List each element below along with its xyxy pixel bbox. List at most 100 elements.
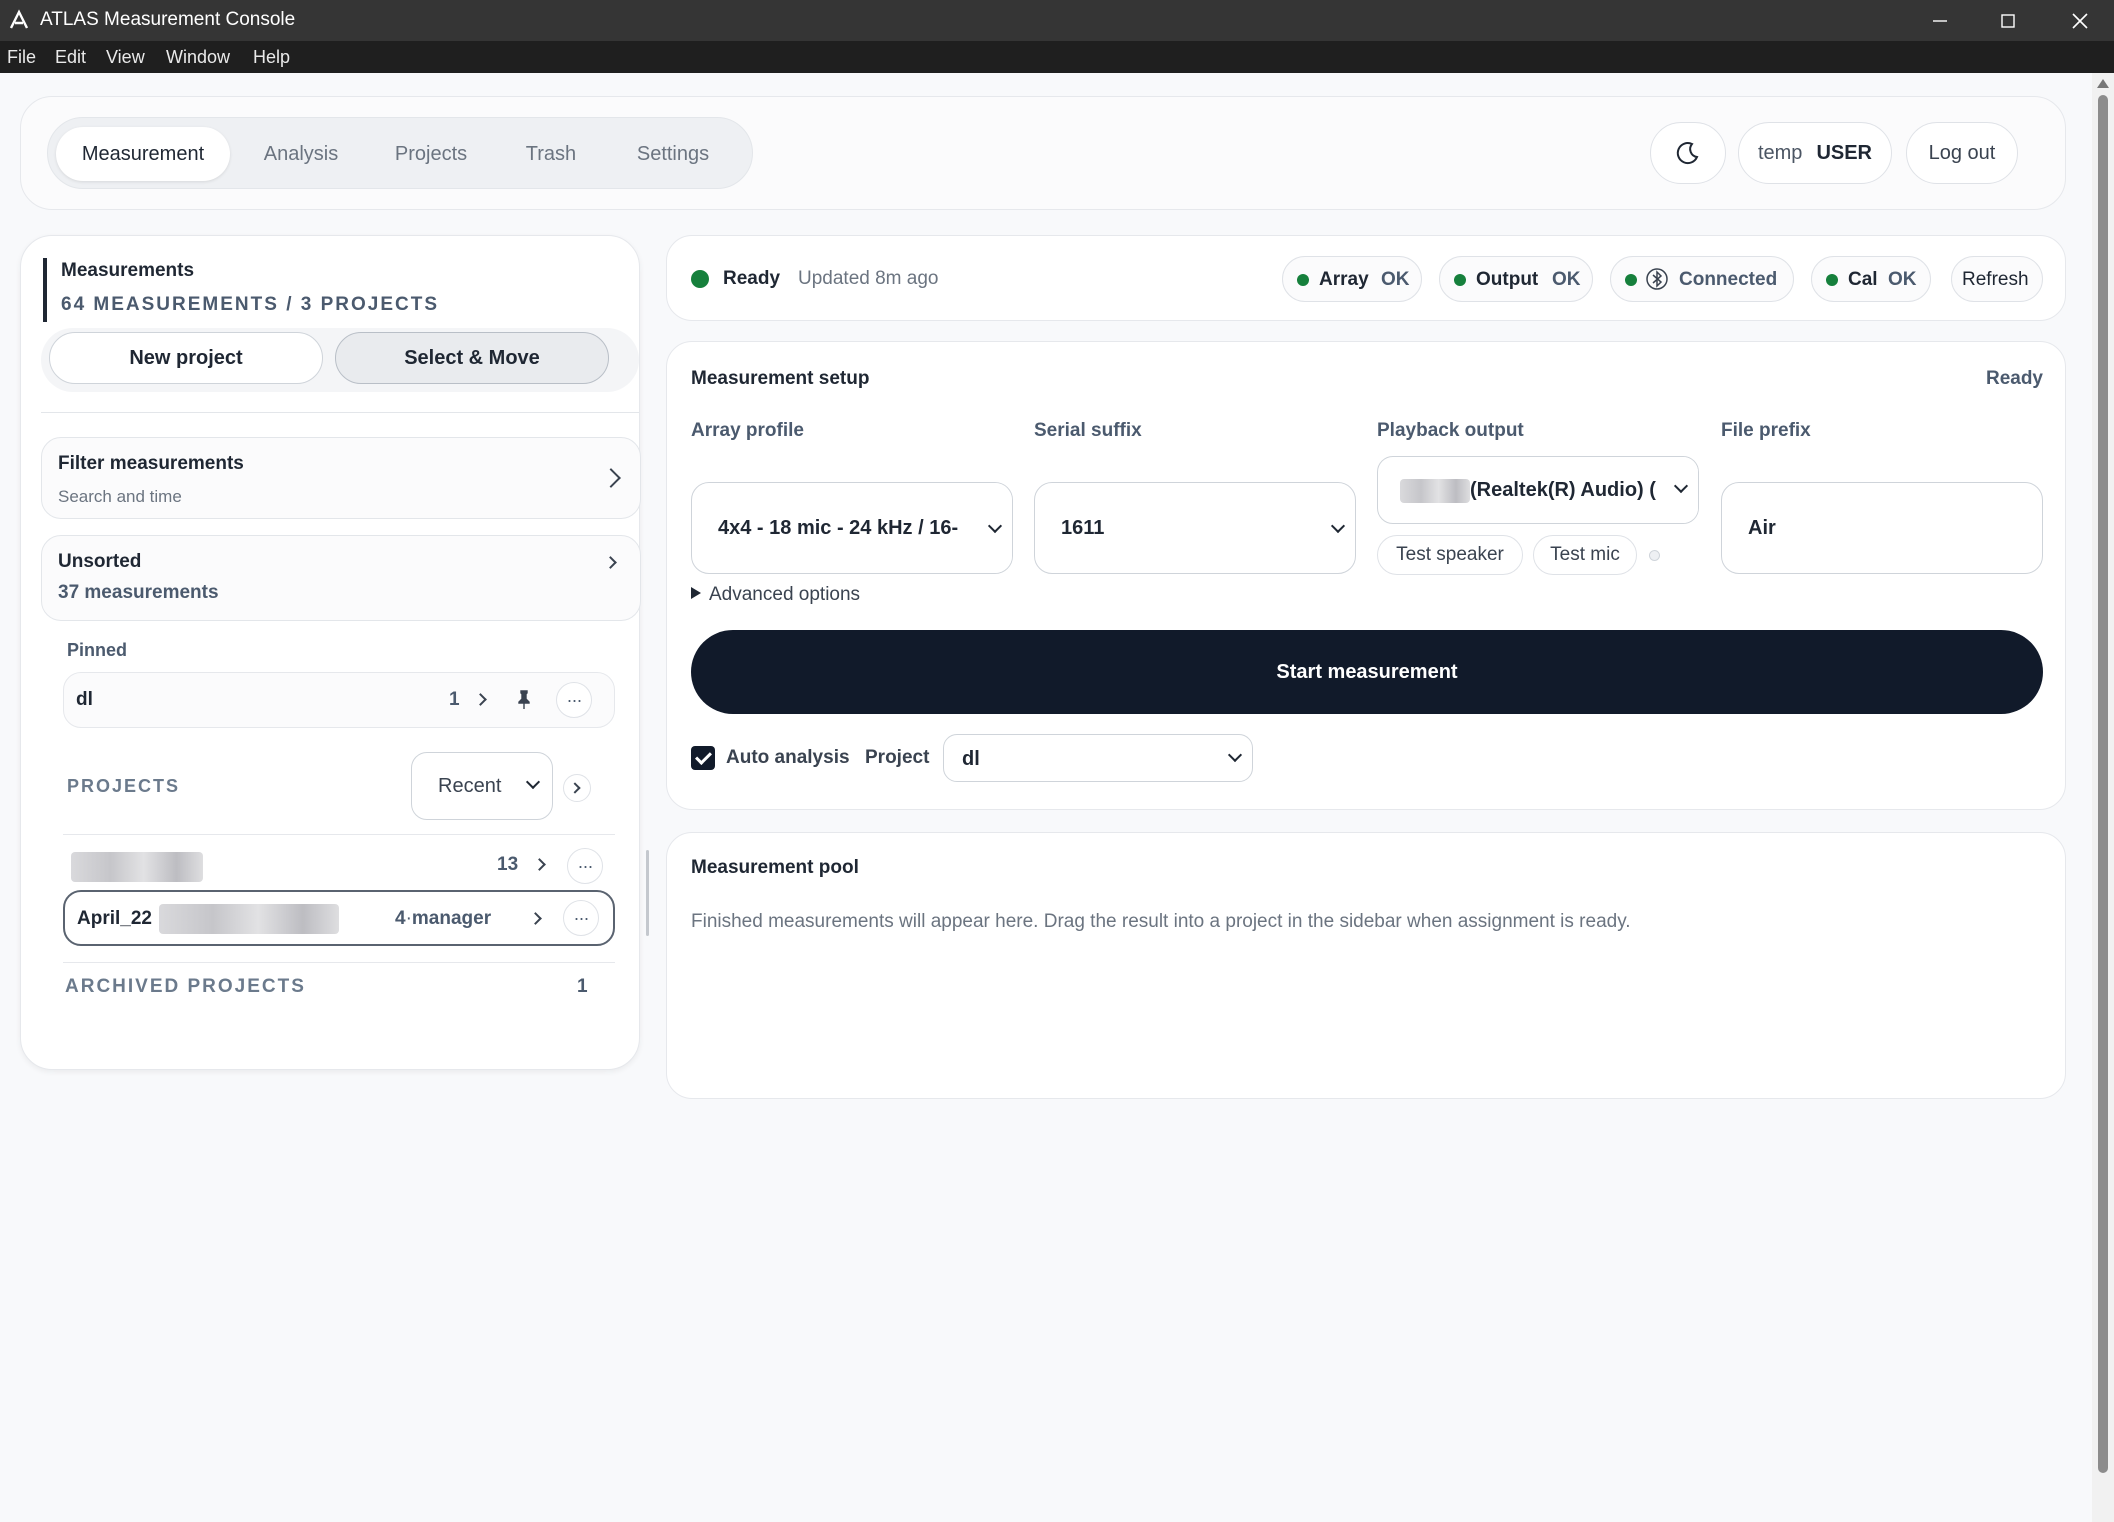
status-updated: Updated 8m ago: [798, 268, 939, 289]
calibration-status-chip: Cal OK: [1811, 256, 1931, 302]
tab-projects[interactable]: Projects: [368, 127, 494, 181]
maximize-icon: [2001, 13, 2015, 28]
project-select-value: dl: [962, 748, 980, 770]
sort-value: Recent: [438, 775, 502, 797]
sidebar-resize-handle[interactable]: [646, 850, 649, 936]
refresh-button[interactable]: Refresh: [1951, 256, 2043, 302]
project-row[interactable]: 13 ···: [63, 838, 615, 894]
scrollbar-thumb[interactable]: [2098, 95, 2108, 1473]
tab-trash[interactable]: Trash: [502, 127, 600, 181]
project-select[interactable]: dl: [943, 734, 1253, 782]
pinned-project-more-button[interactable]: ···: [556, 682, 592, 718]
project-more-button[interactable]: ···: [563, 900, 599, 936]
chevron-down-icon: [525, 774, 541, 790]
chevron-right-icon: [604, 556, 617, 569]
divider: [41, 412, 639, 413]
array-profile-select[interactable]: 4x4 - 18 mic - 24 kHz / 16-: [691, 482, 1013, 574]
disclosure-triangle-icon: [691, 587, 701, 599]
chip-value: OK: [1888, 269, 1917, 290]
file-prefix-label: File prefix: [1721, 420, 1811, 441]
mic-level-indicator-icon: [1649, 550, 1660, 561]
menu-help[interactable]: Help: [253, 47, 290, 67]
pool-title: Measurement pool: [691, 857, 859, 878]
theme-toggle-button[interactable]: [1650, 122, 1726, 184]
chevron-down-icon: [1330, 518, 1346, 534]
app-logo-icon: [9, 9, 29, 29]
serial-suffix-label: Serial suffix: [1034, 420, 1142, 441]
maximize-button[interactable]: [1974, 0, 2042, 41]
sidebar-actions: New project Select & Move: [41, 328, 639, 392]
advanced-options-toggle[interactable]: Advanced options: [691, 584, 860, 606]
file-prefix-input[interactable]: Air: [1721, 482, 2043, 574]
ready-status-icon: [691, 270, 709, 288]
status-bar: Ready Updated 8m ago Array OK Output OK …: [666, 235, 2066, 321]
archived-projects-label[interactable]: ARCHIVED PROJECTS: [65, 976, 306, 998]
projects-expand-button[interactable]: [563, 774, 591, 802]
logout-button[interactable]: Log out: [1906, 122, 2018, 184]
tab-analysis[interactable]: Analysis: [242, 127, 360, 181]
menu-view[interactable]: View: [106, 47, 145, 67]
file-prefix-value: Air: [1748, 517, 1776, 539]
auto-analysis-checkbox[interactable]: [691, 746, 715, 770]
project-owner: manager: [411, 908, 492, 929]
new-project-button[interactable]: New project: [49, 332, 323, 384]
menu-window[interactable]: Window: [166, 47, 230, 67]
scroll-up-icon[interactable]: [2097, 79, 2109, 88]
select-move-button[interactable]: Select & Move: [335, 332, 609, 384]
serial-suffix-select[interactable]: 1611: [1034, 482, 1356, 574]
filter-title: Filter measurements: [58, 453, 244, 474]
project-row-active[interactable]: April_22 4·manager ···: [63, 890, 615, 946]
chevron-right-icon: [474, 693, 487, 706]
main-tabs: Measurement Analysis Projects Trash Sett…: [47, 117, 753, 189]
menu-file[interactable]: File: [7, 47, 36, 67]
moon-icon: [1676, 142, 1699, 165]
measurements-sidebar: Measurements 64 MEASUREMENTS / 3 PROJECT…: [20, 235, 641, 1070]
user-badge[interactable]: temp USER: [1738, 122, 1892, 184]
array-profile-value: 4x4 - 18 mic - 24 kHz / 16-: [718, 517, 959, 539]
project-sort-select[interactable]: Recent: [411, 752, 553, 820]
chevron-down-icon: [1227, 747, 1243, 763]
project-more-button[interactable]: ···: [567, 848, 603, 884]
chip-label: Output: [1476, 269, 1539, 290]
vertical-scrollbar[interactable]: [2092, 73, 2114, 1522]
unsorted-group[interactable]: Unsorted 37 measurements: [41, 535, 641, 621]
advanced-options-label: Advanced options: [709, 584, 861, 605]
chip-label: Cal: [1848, 269, 1878, 290]
bluetooth-status-chip: Connected: [1610, 256, 1794, 302]
user-role: USER: [1816, 141, 1873, 164]
status-dot-icon: [1826, 274, 1838, 286]
menu-edit[interactable]: Edit: [55, 47, 86, 67]
chevron-right-icon: [601, 468, 621, 488]
status-dot-icon: [1454, 274, 1466, 286]
playback-output-select[interactable]: (Realtek(R) Audio) (: [1377, 456, 1699, 524]
project-count: 4·manager: [395, 908, 492, 929]
array-status-chip: Array OK: [1282, 256, 1422, 302]
test-speaker-button[interactable]: Test speaker: [1377, 535, 1523, 575]
user-name: temp: [1757, 141, 1803, 164]
pinned-project-row[interactable]: dl 1 ···: [63, 672, 615, 728]
array-profile-label: Array profile: [691, 420, 804, 441]
pin-icon[interactable]: [516, 689, 532, 711]
pinned-project-name: dl: [76, 689, 93, 710]
measurement-pool-card: Measurement pool Finished measurements w…: [666, 832, 2066, 1099]
setup-title: Measurement setup: [691, 368, 870, 389]
tab-settings[interactable]: Settings: [608, 127, 738, 181]
tab-measurement[interactable]: Measurement: [56, 127, 230, 181]
close-icon: [2072, 12, 2088, 29]
filter-measurements[interactable]: Filter measurements Search and time: [41, 437, 641, 519]
close-button[interactable]: [2046, 0, 2114, 41]
start-measurement-button[interactable]: Start measurement: [691, 630, 2043, 714]
chip-label: Connected: [1679, 269, 1778, 290]
project-name: April_22: [77, 908, 152, 929]
chevron-right-icon: [533, 858, 546, 871]
sidebar-summary: 64 MEASUREMENTS / 3 PROJECTS: [61, 294, 440, 315]
setup-state: Ready: [1985, 368, 2043, 389]
divider: [63, 962, 615, 963]
chip-value: OK: [1552, 269, 1581, 290]
unsorted-count: 37 measurements: [58, 582, 219, 603]
minimize-button[interactable]: [1906, 0, 1974, 41]
minimize-icon: [1933, 19, 1947, 22]
test-mic-button[interactable]: Test mic: [1533, 535, 1637, 575]
playback-output-value: (Realtek(R) Audio) (: [1470, 479, 1656, 501]
refresh-label: Refresh: [1962, 269, 2029, 290]
